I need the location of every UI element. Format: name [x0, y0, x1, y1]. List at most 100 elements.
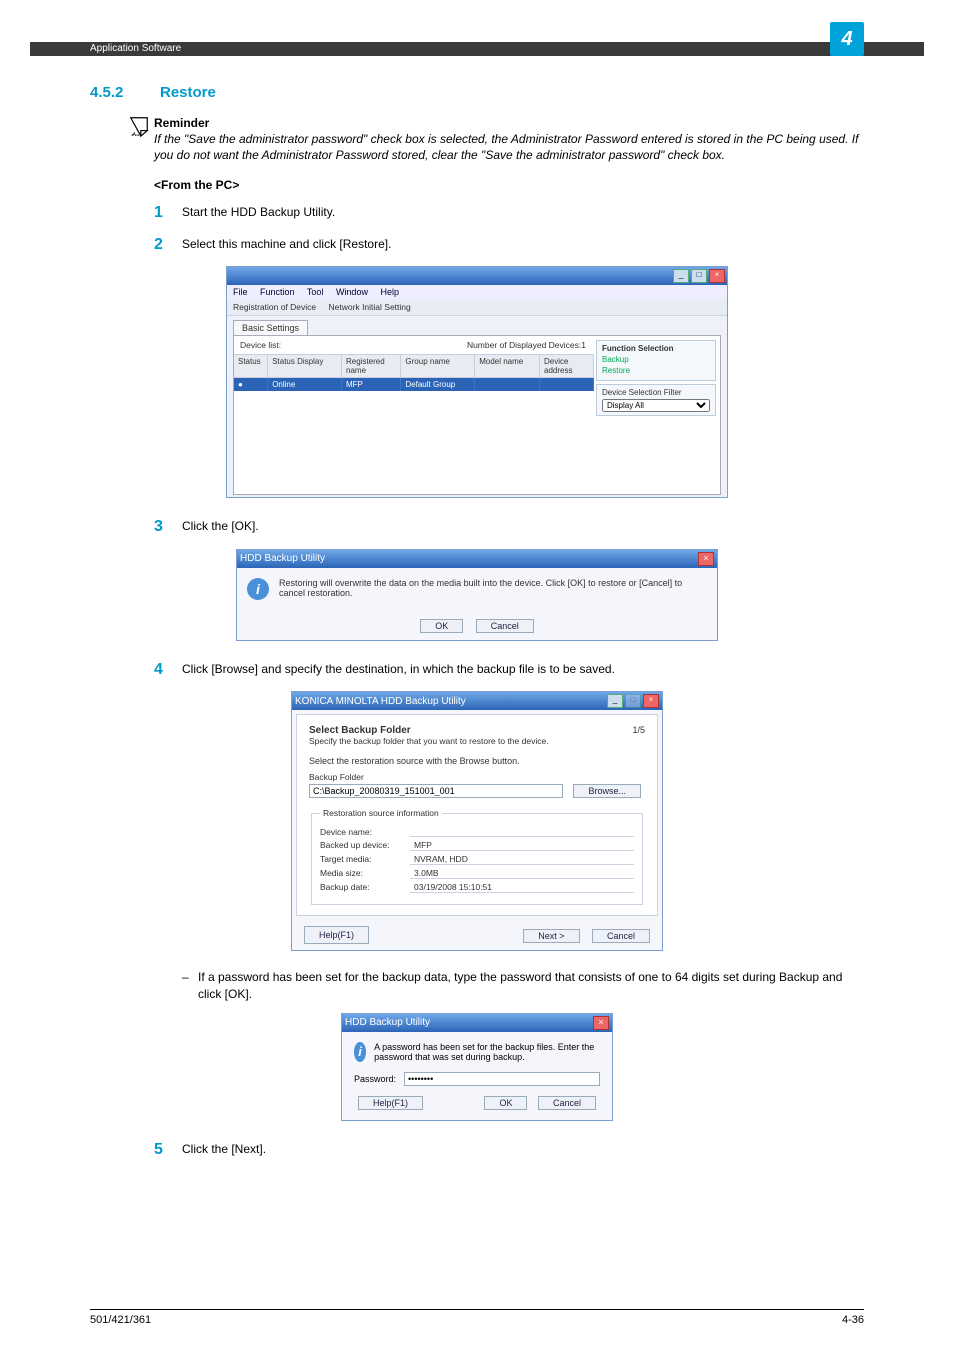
col-group-name[interactable]: Group name — [401, 355, 475, 377]
media-size-label: Media size: — [320, 868, 410, 879]
menu-file[interactable]: File — [233, 287, 248, 297]
backed-up-device-label: Backed up device: — [320, 840, 410, 851]
dialog-message: Restoring will overwrite the data on the… — [279, 578, 707, 598]
bullet-dash: – — [182, 969, 198, 1003]
password-dialog: HDD Backup Utility × i A password has bee… — [341, 1013, 613, 1121]
section-heading: 4.5.2Restore — [90, 84, 864, 101]
step-number: 2 — [154, 234, 182, 256]
toolbar-network-setting[interactable]: Network Initial Setting — [329, 302, 411, 312]
dialog-title: KONICA MINOLTA HDD Backup Utility — [295, 696, 466, 707]
dialog-title: HDD Backup Utility — [240, 553, 325, 564]
footer-right: 4-36 — [842, 1314, 864, 1326]
step-3-text: Click the [OK]. — [182, 516, 259, 538]
tab-basic-settings[interactable]: Basic Settings — [233, 320, 308, 335]
toolbar-register-device[interactable]: Registration of Device — [233, 302, 316, 312]
maximize-button[interactable]: □ — [691, 269, 707, 283]
backup-folder-label: Backup Folder — [309, 772, 645, 782]
row-model-name — [475, 378, 540, 391]
media-size-value: 3.0MB — [410, 868, 634, 879]
step-4-text: Click [Browse] and specify the destinati… — [182, 659, 615, 681]
device-list-label: Device list: — [240, 340, 281, 350]
backup-date-value: 03/19/2008 15:10:51 — [410, 882, 634, 893]
device-count-label: Number of Displayed Devices:1 — [467, 340, 586, 350]
restoration-info-legend: Restoration source information — [320, 808, 442, 818]
help-button[interactable]: Help(F1) — [358, 1096, 423, 1110]
wizard-page-indicator: 1/5 — [632, 725, 645, 735]
footer-left: 501/421/361 — [90, 1314, 151, 1326]
reminder-label: Reminder — [154, 115, 864, 131]
info-icon: i — [354, 1042, 366, 1062]
toolbar: Registration of Device Network Initial S… — [227, 299, 727, 316]
device-name-label: Device name: — [320, 827, 410, 837]
step-number: 4 — [154, 659, 182, 681]
cancel-button[interactable]: Cancel — [476, 619, 534, 633]
section-title: Restore — [160, 84, 216, 101]
section-number: 4.5.2 — [90, 84, 160, 101]
step-number: 3 — [154, 516, 182, 538]
close-button[interactable]: × — [643, 694, 659, 708]
header-section: Application Software — [90, 42, 181, 56]
row-group-name: Default Group — [401, 378, 475, 391]
device-filter-select[interactable]: Display All — [602, 399, 710, 412]
col-registered-name[interactable]: Registered name — [342, 355, 401, 377]
ok-button[interactable]: OK — [420, 619, 463, 633]
wizard-heading: Select Backup Folder — [309, 725, 549, 736]
dialog-title: HDD Backup Utility — [345, 1017, 430, 1028]
help-button[interactable]: Help(F1) — [304, 926, 369, 944]
function-selection-label: Function Selection — [602, 344, 710, 353]
close-icon[interactable]: × — [593, 1016, 609, 1030]
password-dialog-message: A password has been set for the backup f… — [374, 1042, 600, 1062]
device-name-value — [410, 827, 634, 837]
menu-tool[interactable]: Tool — [307, 287, 324, 297]
close-button[interactable]: × — [709, 269, 725, 283]
maximize-button: □ — [625, 694, 641, 708]
col-model-name[interactable]: Model name — [475, 355, 540, 377]
cancel-button[interactable]: Cancel — [538, 1096, 596, 1110]
menu-function[interactable]: Function — [260, 287, 295, 297]
step-1-text: Start the HDD Backup Utility. — [182, 202, 335, 224]
reminder-text: If the "Save the administrator password"… — [154, 131, 864, 163]
step-2-text: Select this machine and click [Restore]. — [182, 234, 391, 256]
close-icon[interactable]: × — [698, 552, 714, 566]
password-input[interactable] — [404, 1072, 600, 1086]
minimize-button[interactable]: _ — [673, 269, 689, 283]
from-pc-heading: <From the PC> — [154, 178, 864, 192]
backed-up-device-value: MFP — [410, 840, 634, 851]
select-backup-folder-dialog: KONICA MINOLTA HDD Backup Utility _ □ × … — [291, 691, 663, 951]
hdd-utility-main-window: _ □ × File Function Tool Window Help Reg… — [226, 266, 728, 498]
menu-help[interactable]: Help — [380, 287, 399, 297]
chapter-number-badge: 4 — [830, 22, 864, 56]
ok-button[interactable]: OK — [484, 1096, 527, 1110]
minimize-button[interactable]: _ — [607, 694, 623, 708]
target-media-label: Target media: — [320, 854, 410, 865]
wizard-subtitle: Specify the backup folder that you want … — [309, 736, 549, 746]
col-status-display[interactable]: Status Display — [268, 355, 342, 377]
target-media-value: NVRAM, HDD — [410, 854, 634, 865]
restore-link[interactable]: Restore — [602, 366, 710, 375]
col-device-address[interactable]: Device address — [540, 355, 594, 377]
step-number: 1 — [154, 202, 182, 224]
next-button[interactable]: Next > — [523, 929, 579, 943]
password-label: Password: — [354, 1074, 396, 1084]
backup-folder-input[interactable] — [309, 784, 563, 798]
step-5-text: Click the [Next]. — [182, 1139, 266, 1161]
reminder-icon — [128, 115, 154, 137]
confirm-restore-dialog: HDD Backup Utility × i Restoring will ove… — [236, 549, 718, 641]
row-status-display: Online — [268, 378, 342, 391]
device-filter-label: Device Selection Filter — [602, 388, 710, 397]
col-status[interactable]: Status — [234, 355, 268, 377]
row-status-icon: ● — [234, 378, 268, 391]
cancel-button[interactable]: Cancel — [592, 929, 650, 943]
backup-link[interactable]: Backup — [602, 355, 710, 364]
backup-date-label: Backup date: — [320, 882, 410, 893]
menu-window[interactable]: Window — [336, 287, 368, 297]
browse-button[interactable]: Browse... — [573, 784, 641, 798]
info-icon: i — [247, 578, 269, 600]
row-registered-name: MFP — [342, 378, 401, 391]
row-device-address — [540, 378, 594, 391]
step-number: 5 — [154, 1139, 182, 1161]
menubar: File Function Tool Window Help — [227, 285, 727, 299]
wizard-hint: Select the restoration source with the B… — [309, 756, 645, 766]
device-row[interactable]: ● Online MFP Default Group — [234, 378, 594, 391]
step-4-sub-text: If a password has been set for the backu… — [198, 969, 864, 1003]
